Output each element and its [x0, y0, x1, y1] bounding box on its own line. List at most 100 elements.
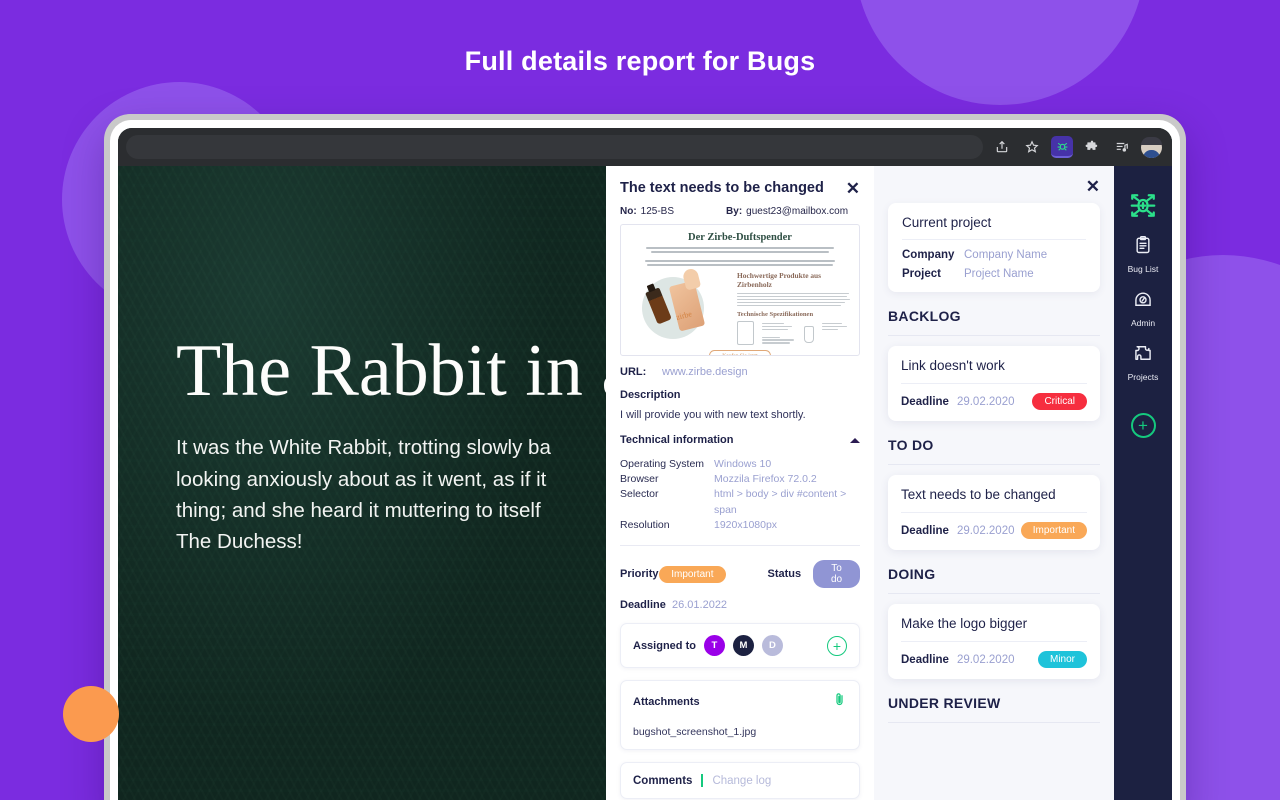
priority-badge[interactable]: Important — [659, 565, 726, 583]
divider — [901, 383, 1087, 384]
bug-number-value: 125-BS — [640, 206, 675, 217]
task-card[interactable]: Link doesn't work Deadline 29.02.2020 Cr… — [888, 346, 1100, 421]
task-footer: Deadline 29.02.2020 Minor — [901, 651, 1087, 668]
task-card[interactable]: Text needs to be changed Deadline 29.02.… — [888, 475, 1100, 550]
task-title: Make the logo bigger — [901, 616, 1028, 631]
tab-change-log[interactable]: Change log — [712, 775, 771, 787]
chevron-up-icon[interactable] — [850, 437, 860, 443]
technical-information-header[interactable]: Technical information — [620, 434, 860, 450]
task-badge[interactable]: Important — [1020, 522, 1087, 539]
screenshot-columns: zirbe Hochwertige Produkte aus Zirbenhol… — [630, 267, 850, 346]
page-viewport: The Rabbit in a Little B It was the Whit… — [118, 166, 1172, 800]
reading-list-icon[interactable] — [1111, 136, 1133, 158]
close-kanban-row: ✕ — [888, 178, 1100, 197]
tech-value: Mozzila Firefox 72.0.2 — [714, 473, 817, 486]
bookmark-star-icon[interactable] — [1021, 136, 1043, 158]
promo-stage: Full details report for Bugs The Rabbit … — [0, 0, 1280, 800]
status-badge[interactable]: To do — [813, 560, 860, 589]
tech-value: Windows 10 — [714, 458, 772, 470]
add-bug-button[interactable]: + — [1114, 400, 1172, 440]
avatar[interactable]: M — [732, 635, 754, 657]
website-content: The Rabbit in a Little B It was the Whit… — [118, 166, 606, 800]
url-label: URL: — [620, 366, 647, 378]
plus-icon: + — [1130, 413, 1156, 438]
avatar[interactable]: T — [703, 635, 725, 657]
technical-information-table: Operating System Windows 10 Browser Mozz… — [620, 457, 860, 533]
attachments-header: Attachments — [633, 692, 847, 712]
description-text: I will provide you with new text shortly… — [620, 409, 806, 421]
tech-value: 1920x1080px — [714, 518, 778, 531]
kanban-column-title: TO DO — [888, 437, 934, 453]
sidebar-item-label: Bug List — [1127, 264, 1159, 274]
close-kanban-button[interactable]: ✕ — [1086, 177, 1100, 196]
sidebar-item-admin[interactable]: Admin — [1114, 276, 1172, 330]
bug-extension-icon[interactable] — [1051, 136, 1073, 158]
sidebar-item-bug-list[interactable]: Bug List — [1114, 222, 1172, 276]
attachment-filename[interactable]: bugshot_screenshot_1.jpg — [633, 726, 847, 738]
tech-key: Selector — [620, 488, 659, 501]
divider — [888, 335, 1100, 336]
comments-tabs: Comments Change log — [633, 774, 847, 788]
avatar[interactable]: D — [761, 635, 783, 657]
deadline-value: 26.01.2022 — [672, 599, 728, 612]
page-title: Full details report for Bugs — [464, 46, 816, 76]
device-screen: The Rabbit in a Little B It was the Whit… — [110, 120, 1180, 800]
close-detail-panel-button[interactable]: ✕ — [846, 180, 860, 197]
app-icon-rail: Bug List Admin Projects + — [1114, 166, 1172, 800]
task-footer: Deadline 29.02.2020 Critical — [901, 393, 1087, 410]
company-label: Company — [902, 249, 955, 261]
attachments-label: Attachments — [633, 696, 700, 709]
tablet-device-frame: The Rabbit in a Little B It was the Whit… — [104, 114, 1186, 800]
bug-title: The text needs to be changed — [620, 180, 824, 196]
company-row: Company Company Name — [902, 249, 1086, 261]
task-title: Text needs to be changed — [901, 487, 1056, 502]
task-badge[interactable]: Minor — [1037, 651, 1087, 668]
screenshot-subheading: Hochwertige Produkte aus Zirbenholz — [737, 270, 822, 289]
gauge-icon — [1133, 289, 1153, 314]
bug-reporter-label: By: — [726, 206, 743, 217]
share-icon[interactable] — [991, 136, 1013, 158]
task-badge[interactable]: Critical — [1032, 393, 1087, 410]
paperclip-icon[interactable] — [832, 692, 847, 712]
assigned-to-row: Assigned to T M D + — [633, 635, 847, 657]
divider — [901, 641, 1087, 642]
project-value: Project Name — [964, 268, 1034, 280]
divider — [888, 464, 1100, 465]
divider — [620, 545, 860, 547]
add-assignee-button[interactable]: + — [827, 635, 847, 656]
task-deadline-label: Deadline — [901, 524, 949, 537]
bug-reporter-value: guest23@mailbox.com — [746, 206, 849, 217]
tech-key: Operating System — [620, 458, 705, 470]
address-bar[interactable] — [126, 135, 983, 159]
current-project-title: Current project — [902, 215, 992, 230]
kanban-column-title: DOING — [888, 566, 936, 582]
website-heading: The Rabbit in a Little B — [176, 330, 606, 412]
tab-comments[interactable]: Comments — [633, 775, 692, 787]
url-value[interactable]: www.zirbe.design — [662, 366, 748, 378]
bug-logo-icon[interactable] — [1114, 180, 1172, 222]
task-deadline-value: 29.02.2020 — [956, 395, 1015, 408]
screenshot-body-lines — [737, 292, 850, 307]
current-project-card: Current project Company Company Name Pro… — [888, 203, 1100, 292]
browser-toolbar — [118, 128, 1172, 166]
screenshot-diagrams — [737, 321, 850, 346]
status-label: Status — [767, 568, 802, 581]
tab-separator — [701, 774, 704, 788]
task-card[interactable]: Make the logo bigger Deadline 29.02.2020… — [888, 604, 1100, 679]
screenshot-spec-heading: Technische Spezifikationen — [737, 311, 814, 319]
screenshot-product-image: zirbe — [630, 267, 731, 345]
profile-avatar[interactable] — [1141, 136, 1162, 158]
decorative-orange-circle — [63, 686, 119, 742]
screenshot-right-column: Hochwertige Produkte aus Zirbenholz Tech… — [737, 271, 850, 346]
technical-information-label: Technical information — [620, 434, 734, 446]
divider — [901, 512, 1087, 513]
project-row: Project Project Name — [902, 268, 1086, 280]
kanban-column-title: UNDER REVIEW — [888, 695, 1001, 711]
website-paragraph: It was the White Rabbit, trotting slowly… — [176, 436, 551, 554]
screenshot-cta-button: Kaufen Sie jetzt — [709, 350, 771, 355]
bug-screenshot-thumbnail[interactable]: Der Zirbe-Duftspender zirbe Hochwertige … — [620, 224, 860, 356]
sidebar-item-projects[interactable]: Projects — [1114, 330, 1172, 384]
task-deadline-label: Deadline — [901, 395, 949, 408]
puzzle-extension-icon[interactable] — [1081, 136, 1103, 158]
priority-label: Priority — [620, 568, 659, 581]
